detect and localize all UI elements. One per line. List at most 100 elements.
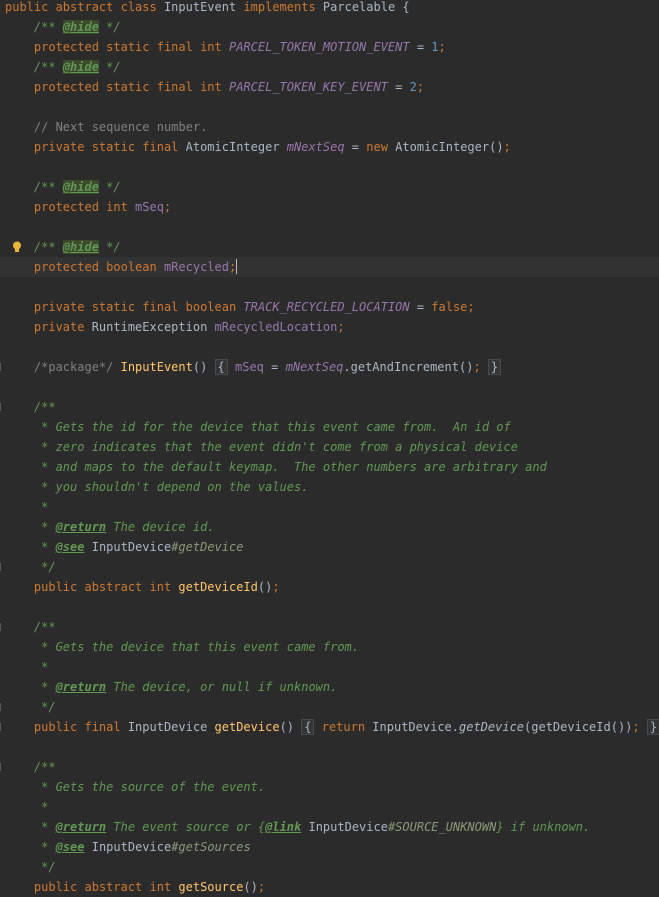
code-line[interactable]: * zero indicates that the event didn't c… (0, 437, 659, 457)
code-line[interactable]: * you shouldn't depend on the values. (0, 477, 659, 497)
code-line[interactable]: * Gets the source of the event. (0, 777, 659, 797)
fold-marker-icon[interactable] (0, 623, 4, 631)
code-token: @return (55, 680, 107, 694)
code-token[interactable]: { (301, 719, 315, 735)
code-text: /** (5, 757, 56, 777)
code-text: private static final boolean TRACK_RECYC… (5, 297, 475, 317)
fold-marker-icon[interactable] (0, 363, 4, 371)
code-text: public abstract int getDeviceId(); (5, 577, 280, 597)
code-text: public abstract int getSource(); (5, 877, 265, 897)
fold-marker-icon[interactable] (0, 703, 4, 711)
code-token: @return (55, 820, 107, 834)
code-token: AtomicInteger() (395, 140, 504, 154)
code-text: * (5, 797, 48, 817)
code-line[interactable]: /** (0, 617, 659, 637)
code-line[interactable]: /** @hide */ (0, 17, 659, 37)
code-line[interactable]: private static final AtomicInteger mNext… (0, 137, 659, 157)
code-token: Parcelable { (322, 0, 410, 14)
code-token: = (387, 80, 410, 94)
code-token: * zero indicates that the event didn't c… (5, 440, 518, 454)
code-token: public final (5, 720, 128, 734)
code-text: /*package*/ InputEvent() { mSeq = mNextS… (5, 357, 502, 377)
code-line[interactable]: protected boolean mRecycled; (0, 257, 659, 277)
code-token: * Gets the device that this event came f… (5, 640, 360, 654)
code-line[interactable]: /*package*/ InputEvent() { mSeq = mNextS… (0, 357, 659, 377)
code-token: = (263, 360, 286, 374)
code-line[interactable] (0, 597, 659, 617)
code-line[interactable]: public abstract class InputEvent impleme… (0, 0, 659, 17)
code-line[interactable]: protected int mSeq; (0, 197, 659, 217)
code-line[interactable] (0, 337, 659, 357)
code-token: public abstract int (5, 880, 179, 894)
code-line[interactable]: * @return The event source or {@link Inp… (0, 817, 659, 837)
code-line[interactable] (0, 97, 659, 117)
code-token: ; (467, 300, 475, 314)
code-line[interactable]: */ (0, 697, 659, 717)
code-text: /** @hide */ (5, 17, 121, 37)
code-token: protected boolean (5, 260, 164, 274)
code-token: InputEvent (163, 0, 244, 14)
code-line[interactable]: * @see InputDevice#getSources (0, 837, 659, 857)
code-token: InputDevice (127, 720, 215, 734)
code-token[interactable]: } (646, 719, 659, 735)
code-line[interactable]: private static final boolean TRACK_RECYC… (0, 297, 659, 317)
code-line[interactable]: private RuntimeException mRecycledLocati… (0, 317, 659, 337)
code-token: protected static final int (5, 80, 229, 94)
code-line[interactable] (0, 277, 659, 297)
code-line[interactable]: */ (0, 557, 659, 577)
code-text: protected static final int PARCEL_TOKEN_… (5, 37, 446, 57)
code-line[interactable]: * and maps to the default keymap. The ot… (0, 457, 659, 477)
code-line[interactable] (0, 157, 659, 177)
fold-marker-icon[interactable] (0, 763, 4, 771)
fold-marker-icon[interactable] (0, 403, 4, 411)
code-line[interactable]: protected static final int PARCEL_TOKEN_… (0, 77, 659, 97)
code-line[interactable]: /** @hide */ (0, 57, 659, 77)
code-token: * Gets the id for the device that this e… (5, 420, 511, 434)
code-text: private RuntimeException mRecycledLocati… (5, 317, 345, 337)
code-line[interactable]: * (0, 497, 659, 517)
code-line[interactable]: public abstract int getDeviceId(); (0, 577, 659, 597)
code-line[interactable]: */ (0, 857, 659, 877)
fold-marker-icon[interactable] (0, 563, 4, 571)
code-line[interactable]: protected static final int PARCEL_TOKEN_… (0, 37, 659, 57)
code-line[interactable]: /** @hide */ (0, 237, 659, 257)
code-line[interactable]: /** @hide */ (0, 177, 659, 197)
code-line[interactable]: * @return The device id. (0, 517, 659, 537)
code-text: */ (5, 697, 55, 717)
code-text: protected static final int PARCEL_TOKEN_… (5, 77, 424, 97)
code-line[interactable]: public abstract int getSource(); (0, 877, 659, 897)
code-text: */ (5, 557, 55, 577)
code-line[interactable]: public final InputDevice getDevice() { r… (0, 717, 659, 737)
code-token: /** (5, 180, 63, 194)
fold-marker-icon[interactable] (0, 723, 4, 731)
code-token: = (409, 300, 432, 314)
code-line[interactable] (0, 377, 659, 397)
code-token: 2 (409, 80, 417, 94)
code-line[interactable]: * (0, 797, 659, 817)
code-token: The event source or { (106, 820, 266, 834)
code-line[interactable]: * Gets the id for the device that this e… (0, 417, 659, 437)
code-line[interactable]: // Next sequence number. (0, 117, 659, 137)
code-token: /** (5, 60, 63, 74)
code-line[interactable] (0, 737, 659, 757)
code-token: getDevice (459, 720, 525, 734)
code-line[interactable]: /** (0, 757, 659, 777)
code-token: getDevice (214, 720, 280, 734)
code-editor[interactable]: public abstract class InputEvent impleme… (0, 0, 659, 897)
code-token: ; (272, 580, 280, 594)
code-line[interactable]: * @see InputDevice#getDevice (0, 537, 659, 557)
code-token: public abstract int (5, 580, 179, 594)
code-line[interactable] (0, 217, 659, 237)
code-token[interactable]: { (214, 359, 228, 375)
code-line[interactable]: * Gets the device that this event came f… (0, 637, 659, 657)
code-line[interactable]: * @return The device, or null if unknown… (0, 677, 659, 697)
code-token: /*package*/ (5, 360, 121, 374)
code-line[interactable]: /** (0, 397, 659, 417)
code-line[interactable]: * (0, 657, 659, 677)
code-token[interactable]: } (487, 359, 502, 375)
code-text: /** (5, 397, 56, 417)
code-token: AtomicInteger (185, 140, 287, 154)
